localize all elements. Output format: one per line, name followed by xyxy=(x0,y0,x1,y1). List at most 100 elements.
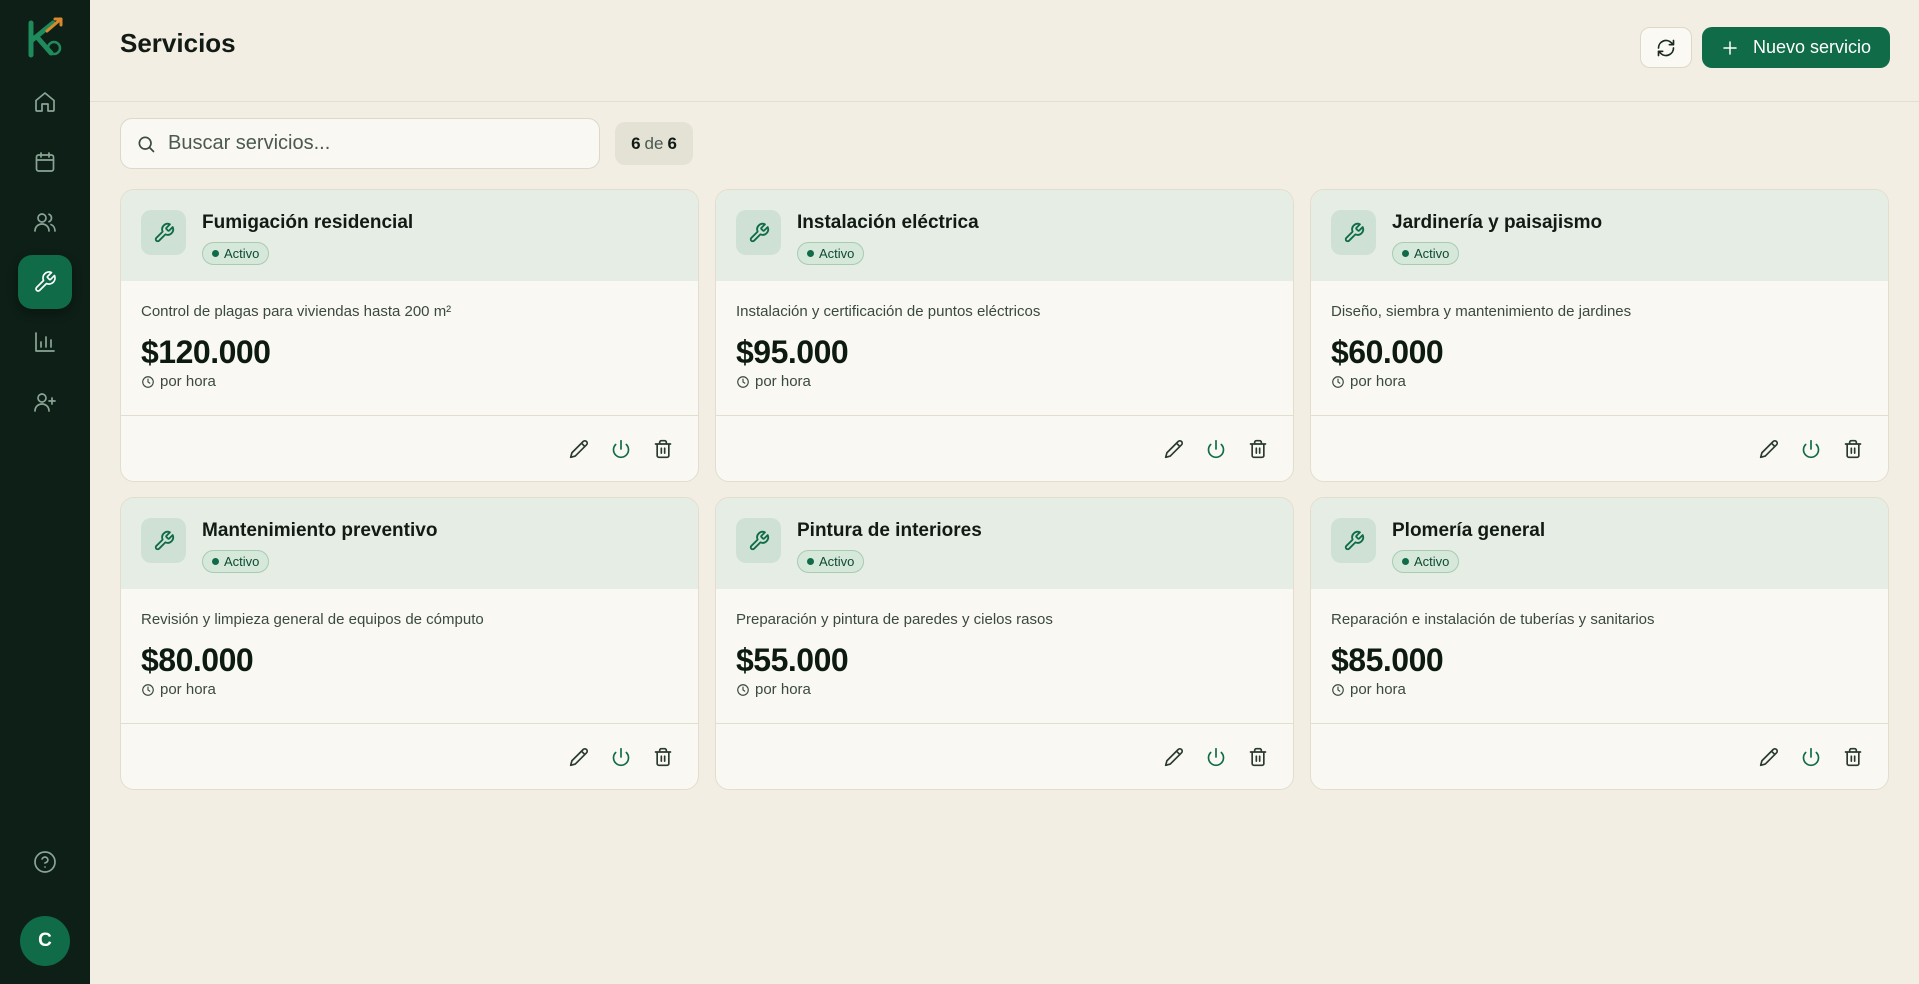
toggle-status-button[interactable] xyxy=(1800,438,1822,460)
help-button[interactable] xyxy=(18,835,72,889)
status-badge: Activo xyxy=(797,242,865,265)
service-card-body: Control de plagas para viviendas hasta 2… xyxy=(121,281,698,416)
service-unit-label: por hora xyxy=(1350,373,1406,390)
service-price: $85.000 xyxy=(1331,642,1444,678)
service-description: Diseño, siembra y mantenimiento de jardi… xyxy=(1331,303,1632,320)
pencil-icon xyxy=(1164,747,1183,766)
wrench-icon xyxy=(749,222,769,242)
sidebar-item-reports[interactable] xyxy=(18,315,72,369)
status-dot xyxy=(212,558,219,565)
status-label: Activo xyxy=(1414,554,1450,569)
search-icon xyxy=(138,136,155,152)
status-dot xyxy=(807,558,814,565)
refresh-button[interactable] xyxy=(1640,27,1692,68)
service-actions xyxy=(121,416,698,481)
wrench-icon xyxy=(1344,222,1364,242)
user-avatar[interactable]: C xyxy=(20,916,70,966)
service-card-body: Preparación y pintura de paredes y cielo… xyxy=(716,589,1293,724)
status-dot xyxy=(212,250,219,257)
service-price: $60.000 xyxy=(1331,334,1444,370)
delete-button[interactable] xyxy=(1842,746,1864,768)
wrench-icon xyxy=(749,530,769,550)
edit-button[interactable] xyxy=(568,438,590,460)
clock-icon xyxy=(142,683,154,696)
app-logo[interactable] xyxy=(23,17,67,61)
service-icon xyxy=(141,210,186,255)
sidebar-item-users[interactable] xyxy=(18,195,72,249)
toggle-status-button[interactable] xyxy=(1205,746,1227,768)
sidebar: C xyxy=(0,0,90,984)
service-icon xyxy=(736,518,781,563)
results-total: 6 xyxy=(667,133,677,153)
wrench-icon xyxy=(1344,530,1364,550)
delete-button[interactable] xyxy=(652,746,674,768)
trash-icon xyxy=(654,439,672,458)
service-icon xyxy=(736,210,781,255)
service-unit: por hora xyxy=(736,373,1273,390)
toggle-status-button[interactable] xyxy=(1205,438,1227,460)
calendar-icon xyxy=(35,152,55,172)
status-label: Activo xyxy=(819,554,855,569)
plus-icon xyxy=(1723,40,1737,55)
service-icon xyxy=(1331,210,1376,255)
users-icon xyxy=(34,213,56,232)
toggle-status-button[interactable] xyxy=(1800,746,1822,768)
sidebar-item-calendar[interactable] xyxy=(18,135,72,189)
service-price: $80.000 xyxy=(141,642,254,678)
service-unit-label: por hora xyxy=(1350,681,1406,698)
power-icon xyxy=(612,439,630,458)
results-separator: de xyxy=(644,133,664,153)
delete-button[interactable] xyxy=(652,438,674,460)
edit-button[interactable] xyxy=(1758,746,1780,768)
delete-button[interactable] xyxy=(1247,438,1269,460)
service-unit: por hora xyxy=(1331,681,1868,698)
power-icon xyxy=(1802,747,1820,766)
edit-button[interactable] xyxy=(1758,438,1780,460)
toggle-status-button[interactable] xyxy=(610,438,632,460)
status-label: Activo xyxy=(819,246,855,261)
sidebar-nav xyxy=(18,75,72,429)
service-description: Preparación y pintura de paredes y cielo… xyxy=(736,611,1053,628)
status-badge: Activo xyxy=(1392,550,1460,573)
service-card: Mantenimiento preventivo Activo Revisión… xyxy=(120,497,699,790)
service-unit: por hora xyxy=(1331,373,1868,390)
page-title: Servicios xyxy=(120,28,236,58)
service-card: Instalación eléctrica Activo Instalación… xyxy=(715,189,1294,482)
status-badge: Activo xyxy=(797,550,865,573)
service-unit: por hora xyxy=(141,681,678,698)
services-grid: Fumigación residencial Activo Control de… xyxy=(120,189,1890,790)
status-label: Activo xyxy=(1414,246,1450,261)
delete-button[interactable] xyxy=(1842,438,1864,460)
edit-button[interactable] xyxy=(1163,746,1185,768)
service-name: Mantenimiento preventivo xyxy=(202,520,438,541)
service-card-body: Revisión y limpieza general de equipos d… xyxy=(121,589,698,724)
service-card-header: Plomería general Activo xyxy=(1311,498,1888,589)
pencil-icon xyxy=(569,747,588,766)
user-plus-icon xyxy=(34,393,56,412)
power-icon xyxy=(1802,439,1820,458)
service-card-header: Mantenimiento preventivo Activo xyxy=(121,498,698,589)
service-actions xyxy=(716,724,1293,789)
search-input[interactable] xyxy=(168,132,588,155)
sidebar-item-home[interactable] xyxy=(18,75,72,129)
sidebar-item-services[interactable] xyxy=(18,255,72,309)
edit-button[interactable] xyxy=(1163,438,1185,460)
home-icon xyxy=(35,92,55,112)
service-card-header: Jardinería y paisajismo Activo xyxy=(1311,190,1888,281)
status-dot xyxy=(1402,250,1409,257)
clock-icon xyxy=(142,375,154,388)
toggle-status-button[interactable] xyxy=(610,746,632,768)
service-card: Fumigación residencial Activo Control de… xyxy=(120,189,699,482)
service-price: $55.000 xyxy=(736,642,849,678)
sidebar-item-add-user[interactable] xyxy=(18,375,72,429)
edit-button[interactable] xyxy=(568,746,590,768)
status-label: Activo xyxy=(224,554,260,569)
page-header: Servicios Nuevo servicio xyxy=(90,0,1919,102)
service-price: $120.000 xyxy=(141,334,271,370)
power-icon xyxy=(612,747,630,766)
pencil-icon xyxy=(1759,439,1778,458)
delete-button[interactable] xyxy=(1247,746,1269,768)
new-service-button[interactable]: Nuevo servicio xyxy=(1702,27,1890,68)
service-name: Plomería general xyxy=(1392,520,1546,541)
search-box[interactable] xyxy=(120,118,600,169)
